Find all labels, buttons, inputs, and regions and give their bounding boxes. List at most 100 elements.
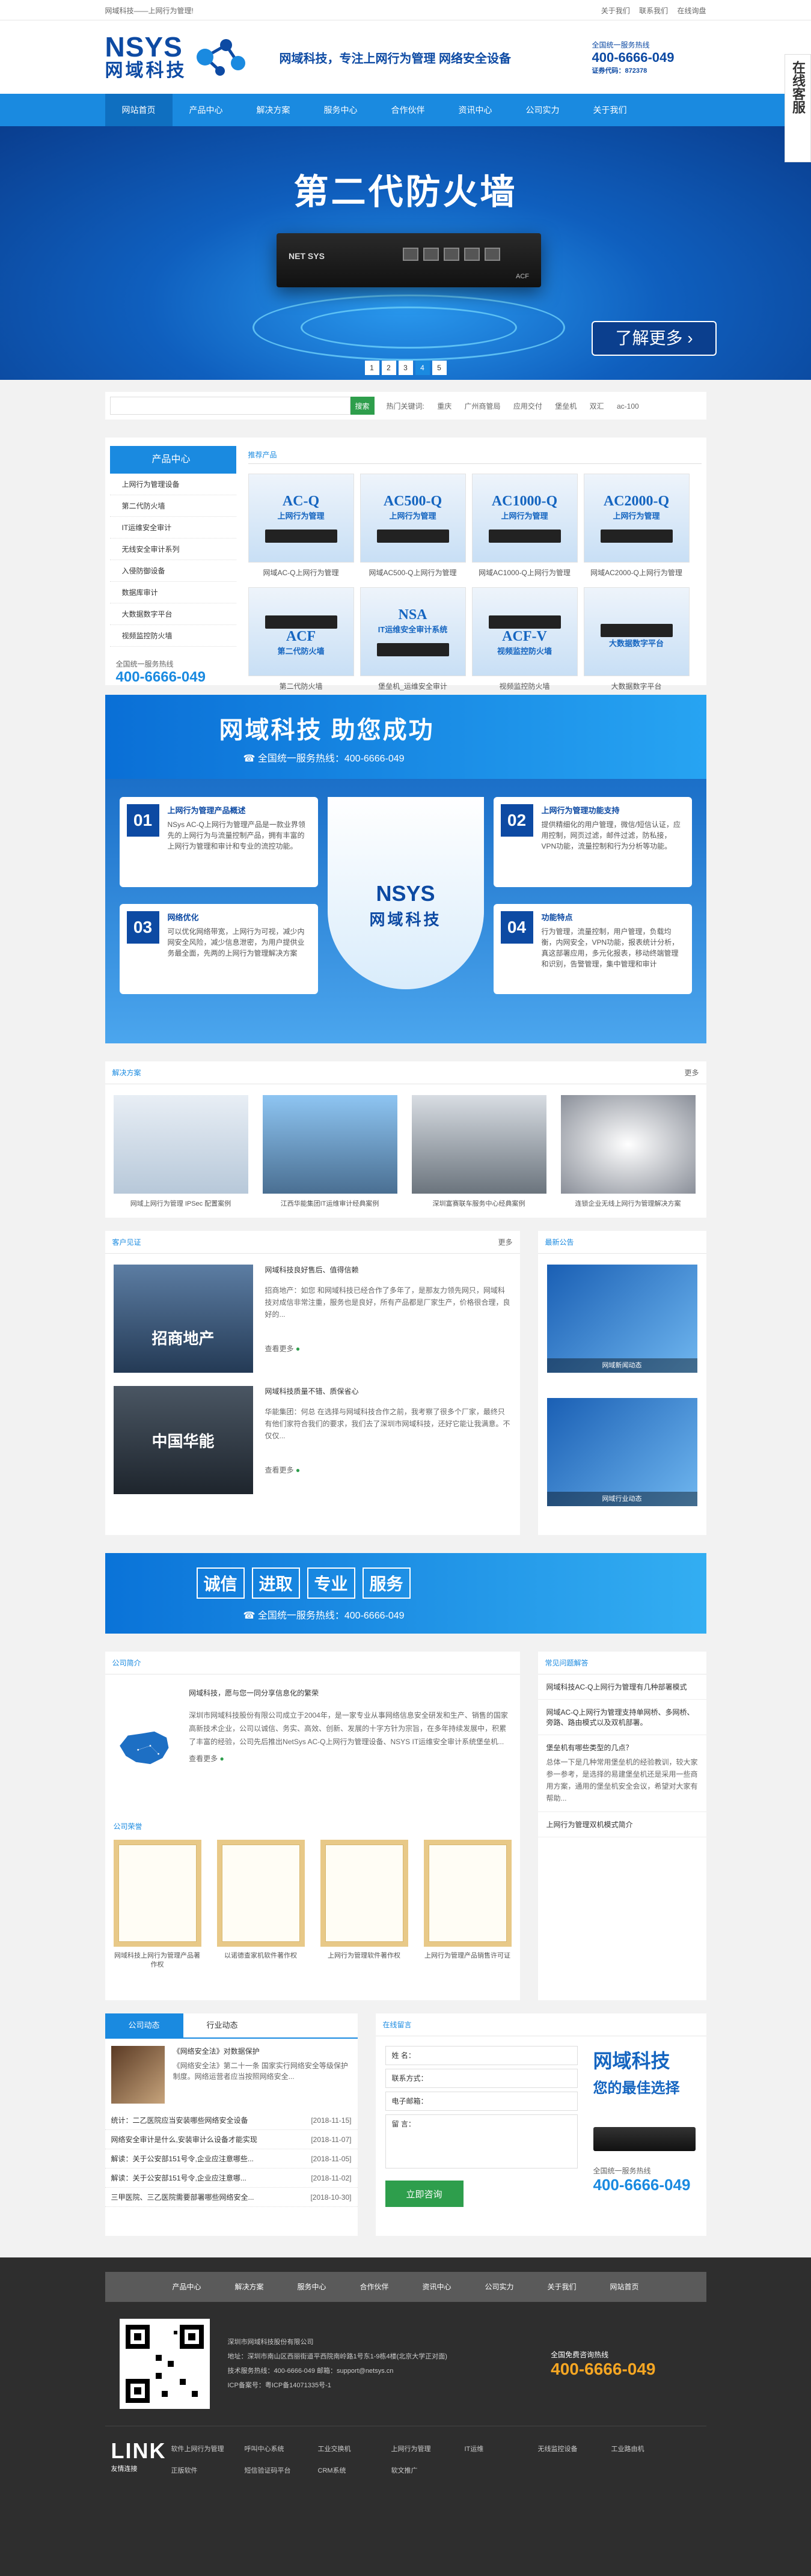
search-input[interactable] xyxy=(109,397,350,415)
top-link-inquiry[interactable]: 在线询盘 xyxy=(677,7,706,15)
top-link-about[interactable]: 关于我们 xyxy=(601,7,630,15)
tab-industry-news[interactable]: 行业动态 xyxy=(183,2013,262,2037)
solution-card[interactable]: 网域上网行为管理 IPSec 配置案例 xyxy=(113,1095,248,1208)
news-item[interactable]: 统计：二乙医院应当安装哪些网络安全设备 [2018-11-15] xyxy=(105,2111,358,2130)
nav-strength[interactable]: 公司实力 xyxy=(509,94,577,126)
product-category[interactable]: 大数据数字平台 xyxy=(109,603,236,625)
friend-link[interactable]: 软件上网行为管理 xyxy=(171,2438,245,2460)
search-button[interactable]: 搜索 xyxy=(350,397,375,415)
friend-link[interactable]: 上网行为管理 xyxy=(391,2438,465,2460)
contact-field[interactable]: 联系方式： xyxy=(385,2069,578,2088)
news-item[interactable]: 网络安全审计是什么,安装审计么设备才能实现 [2018-11-07] xyxy=(105,2130,358,2149)
testimonial-more-link[interactable]: 查看更多 ● xyxy=(265,1343,512,1354)
logo[interactable]: NSYS 网域科技 xyxy=(105,30,268,84)
product-category[interactable]: IT运维安全审计 xyxy=(109,517,236,539)
banner-dot-2[interactable]: 2 xyxy=(381,361,396,375)
friend-link[interactable]: 呼叫中心系统 xyxy=(245,2438,318,2460)
keyword-link[interactable]: ac-100 xyxy=(617,402,639,411)
solution-card[interactable]: 深圳富赛联车服务中心经典案例 xyxy=(411,1095,546,1208)
footer-phone: 技术服务热线：400-6666-049 邮箱：support@netsys.cn xyxy=(227,2367,394,2375)
product-card[interactable]: NSA IT运维安全审计系统 堡垒机_运维安全审计 xyxy=(360,587,466,691)
nav-partners[interactable]: 合作伙伴 xyxy=(375,94,442,126)
faq-item[interactable]: 网域科技AC-Q上网行为管理有几种部署模式 xyxy=(537,1674,706,1700)
faq-item[interactable]: 上网行为管理双机模式简介 xyxy=(537,1812,706,1837)
testimonial-more-link[interactable]: 查看更多 ● xyxy=(265,1465,512,1475)
honor-item[interactable]: 网域科技上网行为管理产品著作权 xyxy=(113,1840,201,1970)
product-category[interactable]: 视频监控防火墙 xyxy=(109,625,236,647)
news-item[interactable]: 解读：关于公安部151号令,企业应注意哪... [2018-11-02] xyxy=(105,2169,358,2188)
footer-nav-item[interactable]: 网站首页 xyxy=(593,2272,656,2302)
submit-button[interactable]: 立即咨询 xyxy=(385,2181,464,2207)
friend-link[interactable]: IT运维 xyxy=(465,2438,538,2460)
honor-item[interactable]: 上网行为管理产品销售许可证 xyxy=(423,1840,512,1970)
product-card[interactable]: AC1000-Q 上网行为管理 网域AC1000-Q上网行为管理 xyxy=(471,474,578,578)
product-card[interactable]: ACF 第二代防火墙 第二代防火墙 xyxy=(248,587,354,691)
banner-dot-1[interactable]: 1 xyxy=(364,361,379,375)
friend-link[interactable]: 正版软件 xyxy=(171,2460,245,2482)
product-card[interactable]: AC2000-Q 上网行为管理 网域AC2000-Q上网行为管理 xyxy=(583,474,690,578)
nav-home[interactable]: 网站首页 xyxy=(105,94,173,126)
honor-item[interactable]: 以诺德查家机软件著作权 xyxy=(216,1840,305,1970)
keyword-link[interactable]: 重庆 xyxy=(437,402,451,411)
footer-nav-item[interactable]: 关于我们 xyxy=(531,2272,593,2302)
keyword-link[interactable]: 广州商管局 xyxy=(465,402,501,411)
news-item[interactable]: 解读：关于公安部151号令,企业应注意哪些... [2018-11-05] xyxy=(105,2149,358,2169)
product-category[interactable]: 数据库审计 xyxy=(109,582,236,603)
product-card[interactable]: AC500-Q 上网行为管理 网域AC500-Q上网行为管理 xyxy=(360,474,466,578)
nav-service[interactable]: 服务中心 xyxy=(307,94,375,126)
announcement-card[interactable]: 网域新闻动态 xyxy=(546,1265,697,1373)
email-field[interactable]: 电子邮箱： xyxy=(385,2092,578,2111)
solution-card[interactable]: 连锁企业无线上网行为管理解决方案 xyxy=(560,1095,696,1208)
product-category[interactable]: 上网行为管理设备 xyxy=(109,474,236,495)
keyword-link[interactable]: 堡垒机 xyxy=(555,402,577,411)
online-service-widget[interactable]: 在线客服 xyxy=(785,54,811,162)
faq-item[interactable]: 堡垒机有哪些类型的几点？ 总体一下是几种常用堡垒机的经验教训，较大家参一参考，是选… xyxy=(537,1735,706,1812)
message-promo: 网域科技 您的最佳选择 全国统一服务热线 400-6666-049 xyxy=(593,2046,696,2207)
message-textarea[interactable]: 留 言： xyxy=(385,2114,578,2169)
friend-link[interactable]: 软文推广 xyxy=(391,2460,465,2482)
solutions-more-link[interactable]: 更多 xyxy=(684,1061,699,1084)
product-card[interactable]: 大数据数字平台 大数据数字平台 xyxy=(583,587,690,691)
footer-nav-item[interactable]: 产品中心 xyxy=(156,2272,218,2302)
nav-about[interactable]: 关于我们 xyxy=(577,94,644,126)
tab-company-news[interactable]: 公司动态 xyxy=(105,2013,183,2037)
name-field[interactable]: 姓 名： xyxy=(385,2046,578,2065)
news-featured[interactable]: 《网络安全法》对数据保护 《网络安全法》第二十一条 国家实行网络安全等级保护制度。… xyxy=(105,2039,358,2111)
keyword-link[interactable]: 应用交付 xyxy=(513,402,542,411)
testimonial-title[interactable]: 网域科技质量不错、质保省心 xyxy=(265,1386,512,1396)
about-more-link[interactable]: 查看更多 ● xyxy=(189,1753,511,1763)
testimonials-more-link[interactable]: 更多 xyxy=(498,1231,512,1253)
nav-products[interactable]: 产品中心 xyxy=(173,94,240,126)
footer-nav-item[interactable]: 解决方案 xyxy=(218,2272,281,2302)
nav-solutions[interactable]: 解决方案 xyxy=(240,94,307,126)
footer-nav-item[interactable]: 公司实力 xyxy=(468,2272,531,2302)
product-category[interactable]: 无线安全审计系列 xyxy=(109,539,236,560)
product-category[interactable]: 第二代防火墙 xyxy=(109,495,236,517)
banner-dot-4[interactable]: 4 xyxy=(415,361,430,375)
announcement-card[interactable]: 网域行业动态 xyxy=(546,1398,697,1506)
friend-link[interactable]: 短信验证码平台 xyxy=(245,2460,318,2482)
keyword-link[interactable]: 双汇 xyxy=(590,402,604,411)
friend-link[interactable]: CRM系统 xyxy=(318,2460,391,2482)
recommended-tab[interactable]: 推荐产品 xyxy=(248,446,702,464)
learn-more-button[interactable]: 了解更多 › xyxy=(592,321,717,356)
footer-icp[interactable]: ICP备案号：粤ICP备14071335号-1 xyxy=(228,2378,447,2393)
footer-nav-item[interactable]: 服务中心 xyxy=(281,2272,343,2302)
nav-news[interactable]: 资讯中心 xyxy=(442,94,509,126)
product-card[interactable]: ACF-V 视频监控防火墙 视频监控防火墙 xyxy=(471,587,578,691)
footer-nav-item[interactable]: 资讯中心 xyxy=(406,2272,468,2302)
product-card[interactable]: AC-Q 上网行为管理 网域AC-Q上网行为管理 xyxy=(248,474,354,578)
honor-item[interactable]: 上网行为管理软件著作权 xyxy=(320,1840,408,1970)
banner-dot-5[interactable]: 5 xyxy=(432,361,447,375)
testimonial-title[interactable]: 网域科技良好售后、值得信赖 xyxy=(265,1265,512,1275)
friend-link[interactable]: 工业路由机 xyxy=(611,2438,685,2460)
product-category[interactable]: 入侵防御设备 xyxy=(109,560,236,582)
friend-link[interactable]: 无线监控设备 xyxy=(538,2438,611,2460)
footer-nav-item[interactable]: 合作伙伴 xyxy=(343,2272,406,2302)
friend-link[interactable]: 工业交换机 xyxy=(318,2438,391,2460)
faq-item[interactable]: 网域AC-Q上网行为管理支持单网桥、多网桥、旁路、路由模式以及双机部署。 xyxy=(537,1700,706,1735)
solution-card[interactable]: 江西华能集团IT运维审计经典案例 xyxy=(262,1095,397,1208)
top-link-contact[interactable]: 联系我们 xyxy=(639,7,668,15)
news-item[interactable]: 三甲医院、三乙医院需要部署哪些网络安全... [2018-10-30] xyxy=(105,2188,358,2207)
banner-dot-3[interactable]: 3 xyxy=(398,361,413,375)
